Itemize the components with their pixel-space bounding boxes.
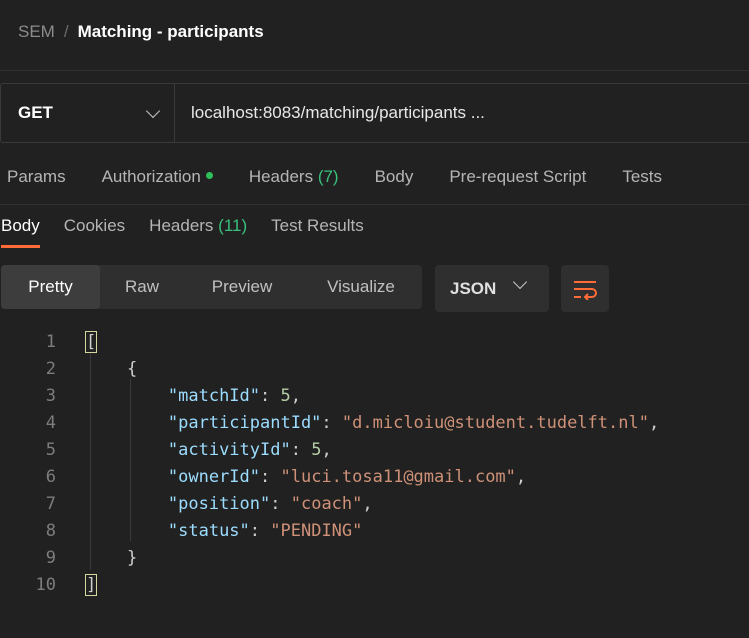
code-line: 8 "status": "PENDING" bbox=[0, 517, 363, 544]
tab-response-headers[interactable]: Headers (11) bbox=[149, 216, 247, 248]
code-line: 4 "participantId": "d.micloiu@student.tu… bbox=[0, 409, 659, 436]
line-number: 6 bbox=[45, 466, 56, 487]
json-comma: , bbox=[515, 466, 527, 487]
json-value: 5 bbox=[280, 385, 291, 406]
tab-label: Headers bbox=[149, 216, 214, 235]
url-input[interactable]: localhost:8083/matching/participants ... bbox=[175, 84, 749, 142]
line-number: 9 bbox=[45, 547, 56, 568]
code-line: 1 [ bbox=[0, 328, 98, 355]
line-number: 7 bbox=[45, 493, 56, 514]
tab-label: Params bbox=[7, 167, 66, 186]
response-tabs: Body Cookies Headers (11) Test Results bbox=[1, 216, 388, 248]
json-comma: , bbox=[321, 439, 332, 460]
tab-response-body[interactable]: Body bbox=[1, 216, 40, 248]
code-line: 5 "activityId": 5, bbox=[0, 436, 332, 463]
chevron-down-icon bbox=[145, 103, 161, 118]
tab-label: Test Results bbox=[271, 216, 364, 235]
method-select[interactable]: GET bbox=[1, 84, 175, 142]
open-object-brace: { bbox=[126, 358, 138, 379]
tab-body[interactable]: Body bbox=[375, 167, 414, 187]
status-dot-icon bbox=[205, 172, 213, 180]
format-label: JSON bbox=[450, 278, 497, 298]
tab-label: Authorization bbox=[101, 167, 201, 186]
json-value: "coach" bbox=[290, 493, 363, 514]
response-body-viewer[interactable]: 1 [ 2 { 3 "matchId": 5, 4 "participantId… bbox=[0, 328, 659, 598]
breadcrumb-collection[interactable]: SEM bbox=[18, 22, 55, 42]
format-select[interactable]: JSON bbox=[435, 265, 549, 312]
tab-tests[interactable]: Tests bbox=[622, 167, 662, 187]
json-value: "d.micloiu@student.tudelft.nl" bbox=[341, 412, 649, 433]
breadcrumb: SEM / Matching - participants bbox=[18, 22, 264, 42]
code-line: 7 "position": "coach", bbox=[0, 490, 373, 517]
line-number: 10 bbox=[35, 574, 56, 595]
json-key: "matchId" bbox=[167, 385, 261, 406]
tab-pre-request-script[interactable]: Pre-request Script bbox=[449, 167, 586, 187]
tab-count: (11) bbox=[218, 216, 248, 235]
json-key: "ownerId" bbox=[167, 466, 261, 487]
tab-params[interactable]: Params bbox=[7, 167, 66, 187]
line-number: 3 bbox=[45, 385, 56, 406]
tab-cookies[interactable]: Cookies bbox=[64, 216, 125, 248]
json-key: "status" bbox=[167, 520, 250, 541]
close-array-bracket: ] bbox=[84, 573, 98, 596]
json-comma: , bbox=[290, 385, 301, 406]
json-comma: , bbox=[362, 493, 373, 514]
tab-label: Body bbox=[374, 167, 414, 186]
code-line: 3 "matchId": 5, bbox=[0, 382, 301, 409]
tab-label: Body bbox=[1, 216, 40, 235]
request-title[interactable]: Matching - participants bbox=[78, 22, 264, 42]
method-label: GET bbox=[18, 103, 53, 122]
line-number: 8 bbox=[45, 520, 56, 541]
request-tabs: Params Authorization Headers (7) Body Pr… bbox=[7, 167, 698, 187]
json-key: "participantId" bbox=[167, 412, 322, 433]
line-number: 4 bbox=[45, 412, 56, 433]
view-visualize-button[interactable]: Visualize bbox=[300, 265, 422, 309]
wrap-lines-icon bbox=[574, 280, 597, 300]
json-value: "PENDING" bbox=[270, 520, 363, 541]
breadcrumb-separator: / bbox=[63, 22, 69, 41]
open-array-bracket: [ bbox=[84, 330, 98, 353]
tab-authorization[interactable]: Authorization bbox=[102, 167, 213, 187]
line-number: 1 bbox=[45, 331, 56, 352]
tab-label: Cookies bbox=[63, 216, 126, 235]
tab-label: Tests bbox=[622, 167, 663, 186]
code-line: 2 { bbox=[0, 355, 137, 382]
json-key: "position" bbox=[167, 493, 271, 514]
request-url-bar: GET localhost:8083/matching/participants… bbox=[0, 83, 749, 143]
json-value: 5 bbox=[311, 439, 322, 460]
code-line: 6 "ownerId": "luci.tosa11@gmail.com", bbox=[0, 463, 526, 490]
json-key: "activityId" bbox=[167, 439, 291, 460]
wrap-lines-button[interactable] bbox=[561, 265, 609, 312]
json-value: "luci.tosa11@gmail.com" bbox=[280, 466, 516, 487]
view-pretty-button[interactable]: Pretty bbox=[1, 265, 100, 309]
line-number: 2 bbox=[45, 358, 56, 379]
tab-count: (7) bbox=[317, 167, 339, 186]
chevron-down-icon bbox=[512, 274, 528, 290]
section-divider bbox=[0, 204, 749, 205]
header-divider bbox=[0, 70, 749, 71]
view-preview-button[interactable]: Preview bbox=[184, 265, 300, 309]
close-object-brace: } bbox=[126, 547, 138, 568]
view-mode-group: Pretty Raw Preview Visualize bbox=[1, 265, 422, 309]
tab-headers[interactable]: Headers (7) bbox=[249, 167, 339, 187]
line-number: 5 bbox=[45, 439, 56, 460]
view-raw-button[interactable]: Raw bbox=[100, 265, 184, 309]
code-line: 9 } bbox=[0, 544, 137, 571]
json-comma: , bbox=[648, 412, 660, 433]
tab-label: Headers bbox=[248, 167, 314, 186]
code-line: 10 ] bbox=[0, 571, 98, 598]
tab-label: Pre-request Script bbox=[449, 167, 587, 186]
tab-test-results[interactable]: Test Results bbox=[271, 216, 364, 248]
